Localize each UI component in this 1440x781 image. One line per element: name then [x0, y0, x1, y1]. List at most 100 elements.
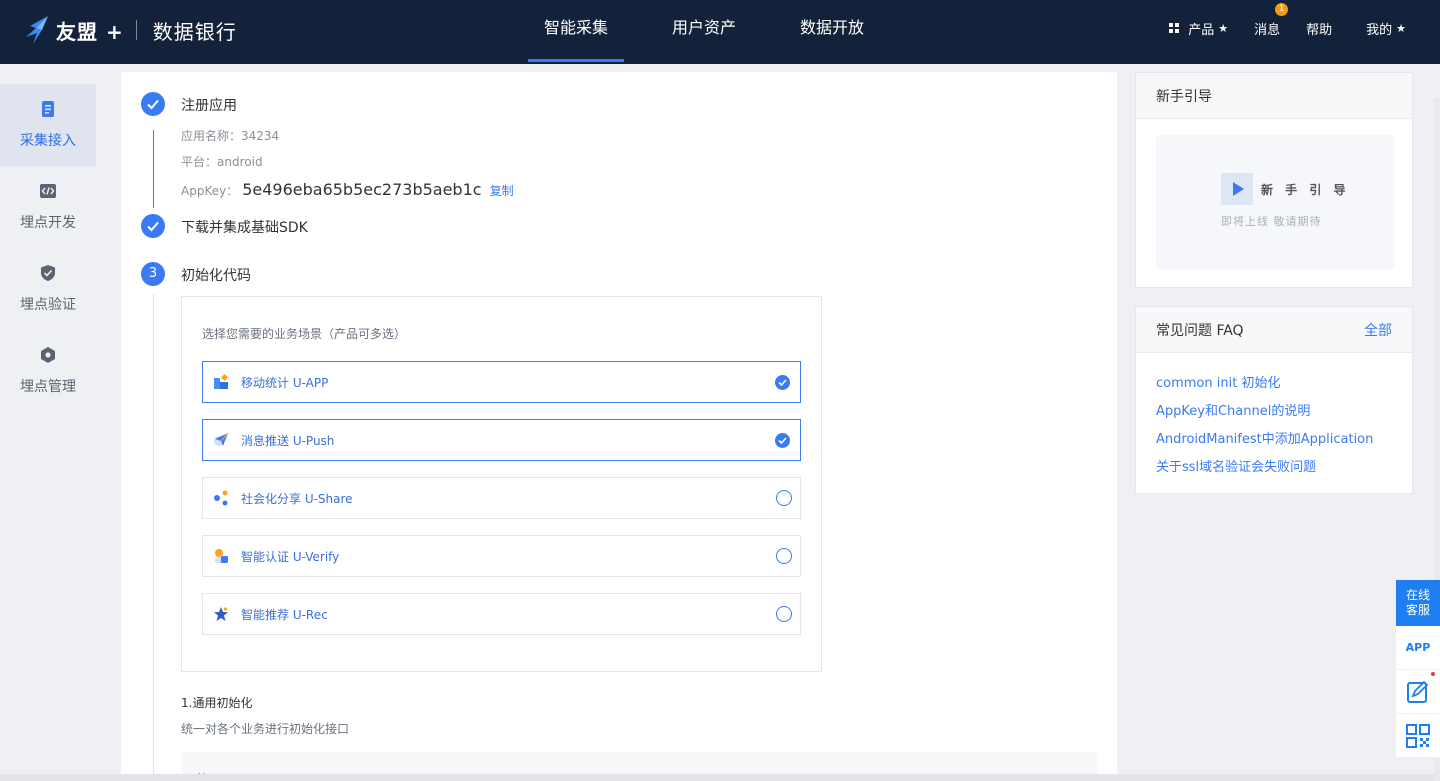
appkey-label: AppKey： — [181, 184, 239, 198]
mine-label: 我的 — [1366, 22, 1393, 38]
play-icon — [1221, 173, 1253, 205]
qr-code-icon — [1406, 723, 1430, 748]
scene-selector: 选择您需要的业务场景（产品可多选） 移动统计 U-APP 消息推送 U-Push — [181, 296, 822, 672]
step-connector-line — [153, 130, 154, 208]
unchecked-icon — [776, 606, 792, 622]
nav-user-assets[interactable]: 用户资产 — [656, 0, 752, 64]
sidebar-item-label: 埋点开发 — [20, 215, 76, 231]
platform-label: 平台： — [181, 155, 218, 169]
messages-label: 消息 — [1254, 22, 1281, 38]
app-name-value: 34234 — [241, 129, 280, 143]
faq-panel-title: 常见问题 FAQ — [1156, 322, 1244, 339]
top-navigation-bar: 友盟 + 数据银行 智能采集 用户资产 数据开放 产品 ★ 消息 1 帮助 我的… — [0, 0, 1440, 64]
checked-icon — [775, 375, 790, 390]
option-u-share[interactable]: 社会化分享 U-Share — [202, 477, 801, 519]
paper-plane-icon — [214, 432, 229, 446]
faq-all-link[interactable]: 全部 — [1364, 320, 1392, 340]
unchecked-icon — [776, 490, 792, 506]
logo-divider — [135, 20, 137, 40]
sidebar-item-label: 埋点验证 — [20, 297, 76, 313]
qr-code-button[interactable] — [1396, 714, 1440, 758]
service-label-line1: 在线 — [1405, 588, 1430, 602]
faq-link[interactable]: AndroidManifest中添加Application — [1156, 431, 1392, 459]
app-download-button[interactable]: APP — [1396, 626, 1440, 670]
guide-panel-title: 新手引导 — [1156, 88, 1212, 105]
settings-icon — [41, 347, 55, 363]
brand-name: 友盟 + — [56, 19, 124, 44]
unchecked-icon — [776, 548, 792, 564]
umeng-logo-icon — [26, 16, 48, 44]
floating-toolbar: 在线 客服 APP — [1396, 580, 1440, 758]
app-label: APP — [1405, 641, 1431, 654]
star-icon: ★ — [1396, 21, 1406, 35]
app-name-row: 应用名称：34234 — [181, 127, 279, 144]
products-label: 产品 — [1188, 22, 1215, 38]
copy-appkey-button[interactable]: 复制 — [490, 184, 514, 198]
sidebar-item-tracking-verify[interactable]: 埋点验证 — [0, 248, 96, 330]
messages-menu[interactable]: 消息 1 — [1254, 2, 1289, 38]
option-label: 移动统计 U-APP — [241, 375, 329, 390]
step-3-number: 3 — [141, 262, 165, 286]
option-u-rec[interactable]: 智能推荐 U-Rec — [202, 593, 801, 635]
mine-menu[interactable]: 我的 ★ — [1366, 19, 1406, 38]
star-recommend-icon — [214, 607, 228, 621]
step-2-complete-icon — [141, 214, 165, 238]
sidebar-item-tracking-manage[interactable]: 埋点管理 — [0, 330, 96, 412]
option-u-app[interactable]: 移动统计 U-APP — [202, 361, 801, 403]
brand-logo[interactable]: 友盟 + 数据银行 — [24, 14, 237, 46]
shield-check-icon — [41, 265, 55, 281]
faq-panel: 常见问题 FAQ 全部 common init 初始化 AppKey和Chann… — [1135, 306, 1413, 494]
online-service-button[interactable]: 在线 客服 — [1396, 580, 1440, 626]
section-title: 1.通用初始化 — [181, 696, 253, 710]
section-description: 统一对各个业务进行初始化接口 — [181, 722, 350, 736]
option-u-verify[interactable]: 智能认证 U-Verify — [202, 535, 801, 577]
nav-data-open[interactable]: 数据开放 — [784, 0, 880, 64]
notification-dot — [1431, 672, 1435, 676]
faq-link[interactable]: common init 初始化 — [1156, 375, 1392, 403]
option-label: 智能认证 U-Verify — [241, 549, 340, 564]
checked-icon — [775, 433, 790, 448]
service-label-line2: 客服 — [1405, 603, 1430, 617]
appkey-row: AppKey： 5e496eba65b5ec273b5aeb1c 复制 — [181, 180, 514, 199]
main-content-card: 注册应用 应用名称：34234 平台：android AppKey： 5e496e… — [121, 72, 1117, 781]
sidebar-item-label: 埋点管理 — [20, 379, 76, 395]
app-name-label: 应用名称： — [181, 129, 242, 143]
chart-blocks-icon — [214, 374, 229, 389]
document-icon — [42, 101, 54, 117]
feedback-button[interactable] — [1396, 670, 1440, 714]
step-connector-line — [153, 294, 154, 781]
step-3-title: 初始化代码 — [181, 268, 251, 284]
help-label: 帮助 — [1306, 22, 1333, 38]
user-verify-icon — [215, 549, 228, 563]
faq-link[interactable]: 关于ssl域名验证会失败问题 — [1156, 459, 1392, 487]
sidebar-item-collect-access[interactable]: 采集接入 — [0, 84, 96, 166]
header-right-menu: 产品 ★ 消息 1 帮助 我的 ★ — [1143, 0, 1406, 56]
platform-row: 平台：android — [181, 153, 263, 170]
step-2-title: 下载并集成基础SDK — [181, 220, 308, 236]
guide-card-title: 新 手 引 导 — [1261, 183, 1350, 197]
edit-note-icon — [1407, 680, 1429, 703]
sidebar-item-label: 采集接入 — [20, 133, 76, 149]
horizontal-scrollbar[interactable] — [0, 774, 1434, 781]
message-count-badge: 1 — [1275, 2, 1289, 16]
option-label: 消息推送 U-Push — [241, 433, 335, 448]
nav-smart-collect[interactable]: 智能采集 — [528, 0, 625, 64]
code-icon — [40, 184, 56, 198]
panel-header: 新手引导 — [1136, 73, 1412, 119]
products-menu[interactable]: 产品 ★ — [1169, 19, 1228, 38]
main-nav: 智能采集 用户资产 数据开放 — [528, 0, 912, 64]
product-name: 数据银行 — [152, 19, 237, 44]
appkey-value: 5e496eba65b5ec273b5aeb1c — [242, 180, 482, 199]
sidebar-item-tracking-dev[interactable]: 埋点开发 — [0, 166, 96, 248]
guide-card-subtitle: 即将上线 敬请期待 — [1221, 215, 1322, 228]
faq-list: common init 初始化 AppKey和Channel的说明 Androi… — [1136, 353, 1412, 497]
help-link[interactable]: 帮助 — [1306, 19, 1332, 38]
scene-hint: 选择您需要的业务场景（产品可多选） — [202, 327, 407, 341]
grid-icon — [1169, 23, 1180, 33]
option-u-push[interactable]: 消息推送 U-Push — [202, 419, 801, 461]
share-nodes-icon — [214, 490, 228, 506]
faq-link[interactable]: AppKey和Channel的说明 — [1156, 403, 1392, 431]
guide-video-card[interactable]: 新 手 引 导 即将上线 敬请期待 — [1156, 135, 1394, 269]
step-1-title: 注册应用 — [181, 98, 237, 114]
option-label: 智能推荐 U-Rec — [241, 607, 328, 622]
